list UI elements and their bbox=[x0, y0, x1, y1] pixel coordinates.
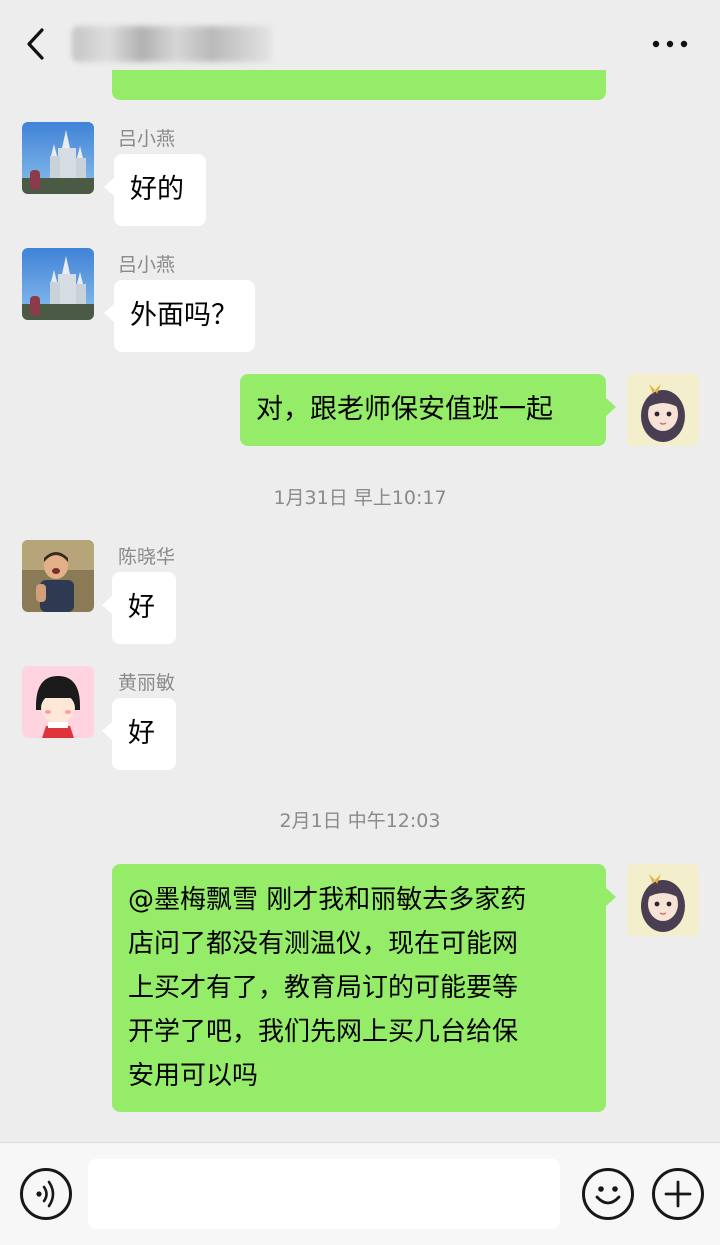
message-line: 上买才有了，教育局订的可能要等 bbox=[128, 973, 519, 1003]
input-bar bbox=[0, 1142, 720, 1245]
castle-photo-avatar bbox=[22, 248, 94, 320]
message-bubble-outgoing[interactable]: 对，跟老师保安值班一起 bbox=[240, 374, 616, 446]
more-button[interactable] bbox=[648, 28, 692, 60]
emoji-icon bbox=[595, 1186, 621, 1205]
message-text: 外面吗？ bbox=[130, 300, 238, 331]
child-photo-avatar bbox=[22, 540, 94, 612]
message-bubble-incoming[interactable]: 好的 bbox=[104, 154, 206, 226]
message-bubble-incoming[interactable]: 外面吗？ bbox=[104, 280, 255, 352]
message-line: 店问了都没有测温仪，现在可能网 bbox=[128, 929, 519, 959]
message-text: 好 bbox=[128, 592, 155, 623]
cartoon-maruko-avatar bbox=[22, 666, 94, 738]
avatar[interactable] bbox=[22, 122, 94, 194]
back-button[interactable] bbox=[22, 26, 52, 62]
message-bubble-incoming[interactable]: 好 bbox=[102, 698, 176, 770]
plus-icon bbox=[664, 1180, 692, 1208]
cartoon-girl-avatar bbox=[627, 374, 699, 446]
avatar[interactable] bbox=[627, 374, 699, 446]
voice-button[interactable] bbox=[20, 1168, 72, 1220]
chat-title-obscured bbox=[72, 26, 272, 62]
sender-name: 陈晓华 bbox=[118, 546, 176, 568]
chevron-left-icon bbox=[27, 28, 44, 60]
sender-name: 黄丽敏 bbox=[118, 672, 176, 694]
message-text: 好 bbox=[128, 718, 155, 749]
castle-photo-avatar bbox=[22, 122, 94, 194]
message-bubble-outgoing[interactable]: @墨梅飘雪 刚才我和丽敏去多家药 店问了都没有测温仪，现在可能网 上买才有了，教… bbox=[112, 864, 616, 1112]
avatar[interactable] bbox=[22, 666, 94, 738]
message-line: 安用可以吗 bbox=[128, 1061, 259, 1091]
message-line: @墨梅飘雪 刚才我和丽敏去多家药 bbox=[128, 885, 527, 915]
avatar[interactable] bbox=[22, 248, 94, 320]
avatar[interactable] bbox=[22, 540, 94, 612]
emoji-button[interactable] bbox=[582, 1168, 634, 1220]
plus-button[interactable] bbox=[652, 1168, 704, 1220]
cartoon-girl-avatar bbox=[627, 864, 699, 936]
timestamp: 1月31日 早上10:17 bbox=[273, 487, 447, 509]
avatar[interactable] bbox=[627, 864, 699, 936]
sender-name: 吕小燕 bbox=[118, 254, 176, 276]
message-text: 好的 bbox=[130, 174, 184, 205]
more-dots-icon bbox=[652, 40, 688, 48]
message-input[interactable] bbox=[88, 1159, 560, 1229]
message-bubble-outgoing-partial[interactable] bbox=[112, 70, 606, 100]
sender-name: 吕小燕 bbox=[118, 128, 176, 150]
voice-icon bbox=[36, 1180, 55, 1208]
timestamp: 2月1日 中午12:03 bbox=[279, 810, 441, 832]
message-line: 开学了吧，我们先网上买几台给保 bbox=[128, 1017, 519, 1047]
message-text: 对，跟老师保安值班一起 bbox=[256, 394, 553, 425]
message-bubble-incoming[interactable]: 好 bbox=[102, 572, 176, 644]
